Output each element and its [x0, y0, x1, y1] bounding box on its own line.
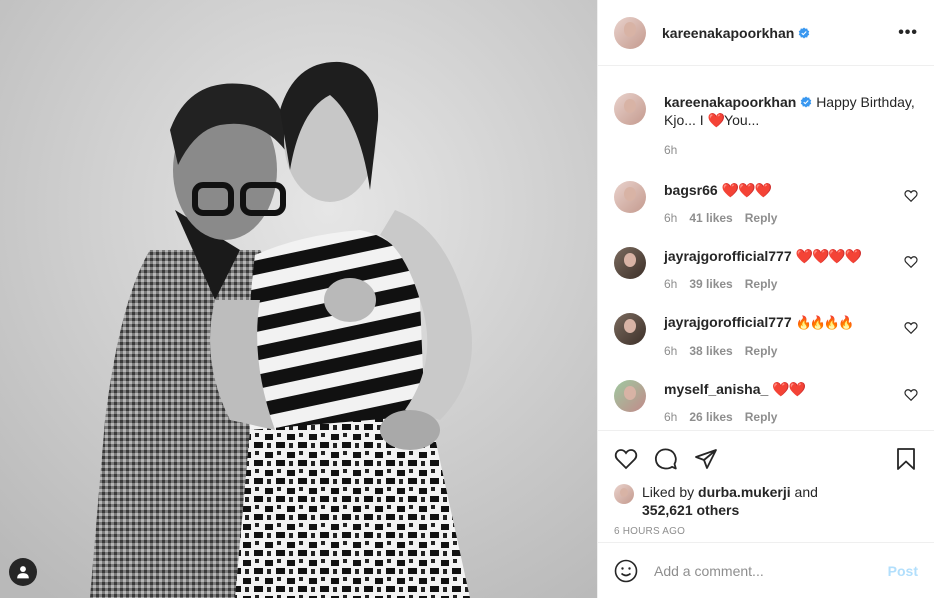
comment-text: ❤️❤️❤️ — [721, 182, 772, 198]
comment-username[interactable]: myself_anisha_ — [664, 381, 768, 397]
reply-button[interactable]: Reply — [745, 410, 778, 424]
share-paper-plane-icon[interactable] — [694, 447, 718, 471]
comment-text: ❤️❤️ — [772, 381, 806, 397]
liker-avatar[interactable] — [614, 484, 634, 504]
reply-button[interactable]: Reply — [745, 277, 778, 291]
comment-text: ❤️❤️❤️❤️ — [795, 248, 863, 264]
comments-list[interactable]: kareenakapoorkhan Happy Birthday, Kjo...… — [598, 66, 934, 430]
post-comment-button[interactable]: Post — [888, 563, 918, 579]
liker-username[interactable]: durba.mukerji — [698, 484, 791, 500]
instagram-post: kareenakapoorkhan ••• kareenakapoorkhan … — [0, 0, 934, 598]
reply-button[interactable]: Reply — [745, 344, 778, 358]
comment-row: myself_anisha_ ❤️❤️ 6h 26 likes Reply — [614, 380, 918, 424]
post-image — [0, 0, 597, 598]
like-comment-heart-icon[interactable] — [904, 255, 918, 269]
author-username-text[interactable]: kareenakapoorkhan — [662, 25, 794, 41]
post-header: kareenakapoorkhan ••• — [598, 0, 934, 66]
post-actions: Liked by durba.mukerji and 352,621 other… — [598, 430, 934, 537]
caption-row: kareenakapoorkhan Happy Birthday, Kjo...… — [614, 93, 918, 157]
comment-time[interactable]: 6h — [664, 277, 677, 291]
caption-time[interactable]: 6h — [664, 143, 677, 157]
verified-badge-icon — [799, 27, 810, 38]
comment-avatar[interactable] — [614, 181, 646, 213]
comment-bubble-icon[interactable] — [654, 447, 678, 471]
comment-avatar[interactable] — [614, 313, 646, 345]
comment-time[interactable]: 6h — [664, 344, 677, 358]
comment-row: jayrajgorofficial777 🔥🔥🔥🔥 6h 38 likes Re… — [614, 313, 918, 358]
comment-text: 🔥🔥🔥🔥 — [795, 315, 855, 330]
caption-avatar[interactable] — [614, 93, 646, 125]
post-photo[interactable] — [0, 0, 597, 598]
comment-avatar[interactable] — [614, 247, 646, 279]
like-heart-icon[interactable] — [614, 447, 638, 471]
post-side-panel: kareenakapoorkhan ••• kareenakapoorkhan … — [597, 0, 934, 598]
add-comment-bar: Post — [598, 542, 934, 598]
liked-by-summary: Liked by durba.mukerji and 352,621 other… — [614, 483, 918, 519]
caption-text: kareenakapoorkhan Happy Birthday, Kjo...… — [664, 93, 918, 129]
liked-by-label: Liked by — [642, 484, 699, 500]
more-options-button[interactable]: ••• — [898, 24, 918, 42]
comment-likes[interactable]: 39 likes — [689, 277, 732, 291]
comment-username[interactable]: jayrajgorofficial777 — [664, 314, 792, 330]
verified-badge-icon — [801, 96, 812, 108]
like-comment-heart-icon[interactable] — [904, 388, 918, 402]
comment-likes[interactable]: 38 likes — [689, 344, 732, 358]
save-bookmark-icon[interactable] — [894, 447, 918, 471]
comment-username[interactable]: jayrajgorofficial777 — [664, 248, 792, 264]
action-buttons — [614, 439, 918, 479]
caption-heart-emoji: ❤️ — [707, 112, 725, 128]
comment-time[interactable]: 6h — [664, 410, 677, 424]
comment-username[interactable]: bagsr66 — [664, 182, 718, 198]
author-avatar[interactable] — [614, 16, 646, 49]
comment-likes[interactable]: 26 likes — [689, 410, 732, 424]
caption-username[interactable]: kareenakapoorkhan — [664, 94, 812, 110]
tagged-users-button[interactable] — [9, 558, 37, 586]
comment-time[interactable]: 6h — [664, 211, 677, 225]
like-comment-heart-icon[interactable] — [904, 321, 918, 335]
likes-count[interactable]: 352,621 others — [642, 502, 739, 518]
post-timestamp[interactable]: 6 HOURS AGO — [614, 526, 918, 537]
comment-input[interactable] — [654, 562, 888, 579]
person-icon — [17, 566, 29, 579]
reply-button[interactable]: Reply — [745, 211, 778, 225]
emoji-smiley-icon[interactable] — [614, 559, 638, 583]
like-comment-heart-icon[interactable] — [904, 189, 918, 203]
comment-row: bagsr66 ❤️❤️❤️ 6h 41 likes Reply — [614, 181, 918, 225]
liked-by-and: and — [790, 484, 818, 500]
comment-likes[interactable]: 41 likes — [689, 211, 732, 225]
comment-row: jayrajgorofficial777 ❤️❤️❤️❤️ 6h 39 like… — [614, 247, 918, 291]
comment-avatar[interactable] — [614, 380, 646, 412]
author-username[interactable]: kareenakapoorkhan — [662, 25, 810, 41]
caption-body-end: You... — [724, 112, 760, 128]
